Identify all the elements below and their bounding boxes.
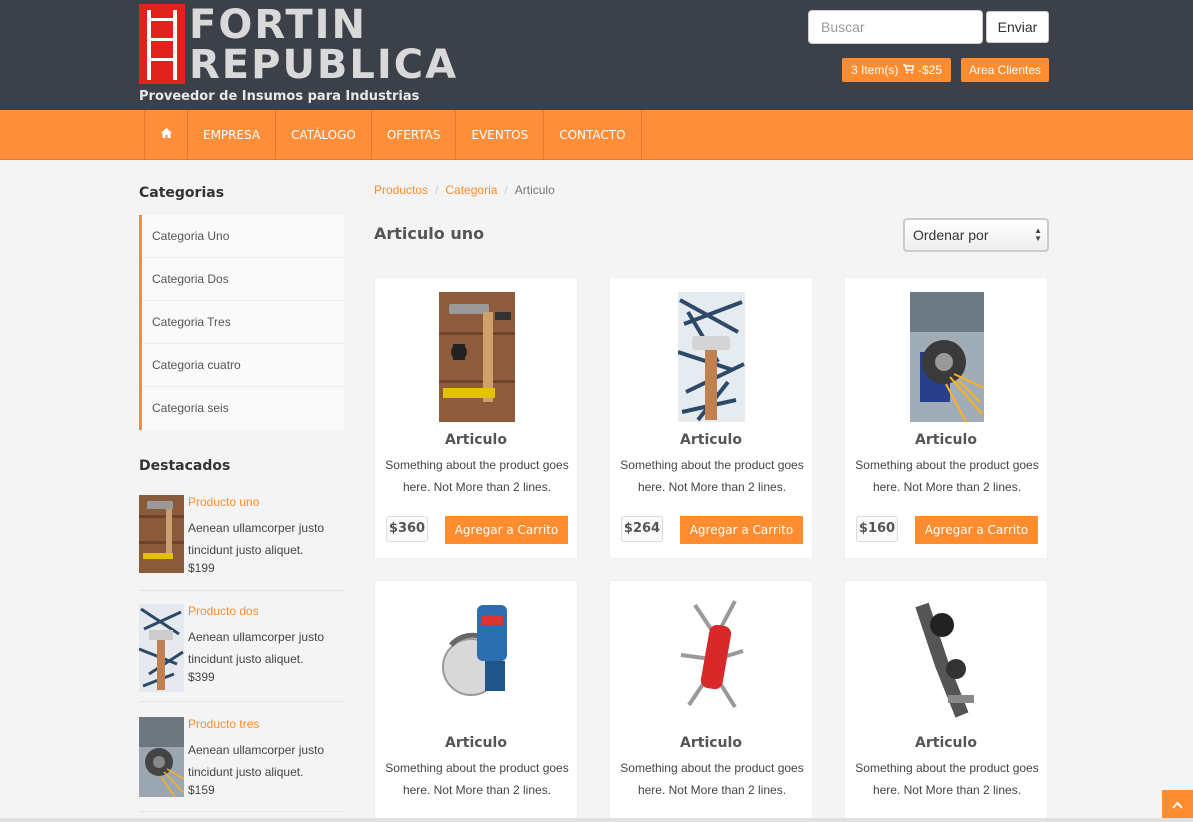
cart-count: 3 Item(s)	[850, 63, 902, 77]
product-title[interactable]: Articulo	[375, 735, 577, 751]
product-card: Articulo Something about the product goe…	[844, 277, 1048, 559]
category-item[interactable]: Categoria Dos	[142, 258, 344, 301]
breadcrumb-link[interactable]: Categoria	[445, 183, 497, 197]
category-item[interactable]: Categoria cuatro	[142, 344, 344, 387]
product-price: $160	[856, 516, 898, 542]
featured-product-price: $199	[188, 561, 215, 575]
product-card: Articulo Something about the product goe…	[844, 580, 1048, 822]
add-to-cart-button[interactable]: Agregar a Carrito	[915, 516, 1038, 544]
breadcrumb-separator: /	[435, 183, 439, 197]
product-desc: Something about the product goes here. N…	[385, 458, 569, 494]
cart-icon	[902, 59, 915, 83]
featured-item[interactable]: Producto dos Aenean ullamcorper justo ti…	[139, 604, 344, 702]
nav-item-catalogo[interactable]: CATÁLOGO	[276, 110, 372, 160]
featured-product-price: $399	[188, 670, 215, 684]
site-header: FORTIN REPUBLICA Proveedor de Insumos pa…	[0, 0, 1193, 110]
breadcrumb: Productos / Categoria / Articulo	[374, 183, 555, 197]
logo-tagline: Proveedor de Insumos para Industrias	[139, 89, 420, 104]
category-list: Categoria Uno Categoria Dos Categoria Tr…	[139, 215, 344, 430]
home-icon	[160, 109, 172, 159]
site-logo[interactable]: FORTIN REPUBLICA Proveedor de Insumos pa…	[139, 2, 456, 106]
nav-item-contacto[interactable]: CONTACTO	[544, 110, 642, 160]
featured-item[interactable]: Producto tres Aenean ullamcorper justo t…	[139, 717, 344, 812]
product-image[interactable]	[678, 292, 745, 422]
product-desc: Something about the product goes here. N…	[855, 761, 1039, 797]
categories-heading: Categorias	[139, 185, 225, 201]
product-title[interactable]: Articulo	[610, 735, 812, 751]
scroll-to-top-button[interactable]	[1162, 790, 1193, 820]
add-to-cart-button[interactable]: Agregar a Carrito	[445, 516, 568, 544]
featured-product-desc: Aenean ullamcorper justo tincidunt justo…	[188, 521, 325, 557]
featured-heading: Destacados	[139, 458, 231, 474]
product-title[interactable]: Articulo	[845, 735, 1047, 751]
nav-item-eventos[interactable]: EVENTOS	[456, 110, 545, 160]
product-image[interactable]	[441, 595, 513, 725]
page-bottom-edge	[0, 818, 1193, 822]
product-image[interactable]	[910, 292, 984, 422]
breadcrumb-link[interactable]: Productos	[374, 183, 428, 197]
nav-home[interactable]	[145, 110, 188, 160]
breadcrumb-separator: /	[504, 183, 508, 197]
product-desc: Something about the product goes here. N…	[855, 458, 1039, 494]
cart-button[interactable]: 3 Item(s) -$25	[842, 58, 951, 82]
category-item[interactable]: Categoria Tres	[142, 301, 344, 344]
cart-amount: -$25	[914, 63, 943, 77]
product-title[interactable]: Articulo	[610, 432, 812, 448]
search-input[interactable]	[808, 10, 983, 44]
product-title[interactable]: Articulo	[375, 432, 577, 448]
featured-product-image	[139, 717, 184, 797]
sort-arrows-icon: ▲ ▼	[1034, 226, 1042, 243]
breadcrumb-current: Articulo	[514, 183, 555, 197]
category-item[interactable]: Categoria Uno	[142, 215, 344, 258]
sort-select[interactable]: Ordenar por ▲ ▼	[903, 218, 1049, 252]
logo-line-2: REPUBLICA	[189, 42, 459, 88]
page-title: Articulo uno	[374, 224, 485, 243]
featured-product-desc: Aenean ullamcorper justo tincidunt justo…	[188, 743, 325, 779]
featured-product-name[interactable]: Producto tres	[188, 717, 259, 731]
featured-product-name[interactable]: Producto uno	[188, 495, 259, 509]
product-card: Articulo Something about the product goe…	[609, 277, 813, 559]
area-clientes-button[interactable]: Area Clientes	[961, 58, 1049, 82]
search-button[interactable]: Enviar	[986, 11, 1049, 43]
featured-item[interactable]: Producto uno Aenean ullamcorper justo ti…	[139, 495, 344, 591]
product-card: Articulo Something about the product goe…	[374, 580, 578, 822]
product-price: $360	[386, 516, 428, 542]
add-to-cart-button[interactable]: Agregar a Carrito	[680, 516, 803, 544]
featured-product-image	[139, 604, 184, 692]
product-desc: Something about the product goes here. N…	[620, 458, 804, 494]
product-title[interactable]: Articulo	[845, 432, 1047, 448]
product-desc: Something about the product goes here. N…	[620, 761, 804, 797]
product-image[interactable]	[439, 292, 515, 422]
logo-tower-icon	[139, 4, 185, 84]
nav-item-empresa[interactable]: EMPRESA	[188, 110, 277, 160]
main-nav: EMPRESA CATÁLOGO OFERTAS EVENTOS CONTACT…	[0, 110, 1193, 160]
product-image[interactable]	[912, 595, 982, 725]
product-price: $264	[621, 516, 663, 542]
product-card: Articulo Something about the product goe…	[609, 580, 813, 822]
featured-product-price: $159	[188, 783, 215, 797]
category-item[interactable]: Categoria seis	[142, 387, 344, 430]
product-card: Articulo Something about the product goe…	[374, 277, 578, 559]
featured-product-name[interactable]: Producto dos	[188, 604, 259, 618]
nav-item-ofertas[interactable]: OFERTAS	[372, 110, 457, 160]
product-desc: Something about the product goes here. N…	[385, 761, 569, 797]
sort-select-value: Ordenar por	[913, 227, 989, 243]
chevron-up-icon	[1172, 801, 1183, 809]
featured-product-desc: Aenean ullamcorper justo tincidunt justo…	[188, 630, 325, 666]
featured-product-image	[139, 495, 184, 573]
product-image[interactable]	[675, 595, 749, 725]
